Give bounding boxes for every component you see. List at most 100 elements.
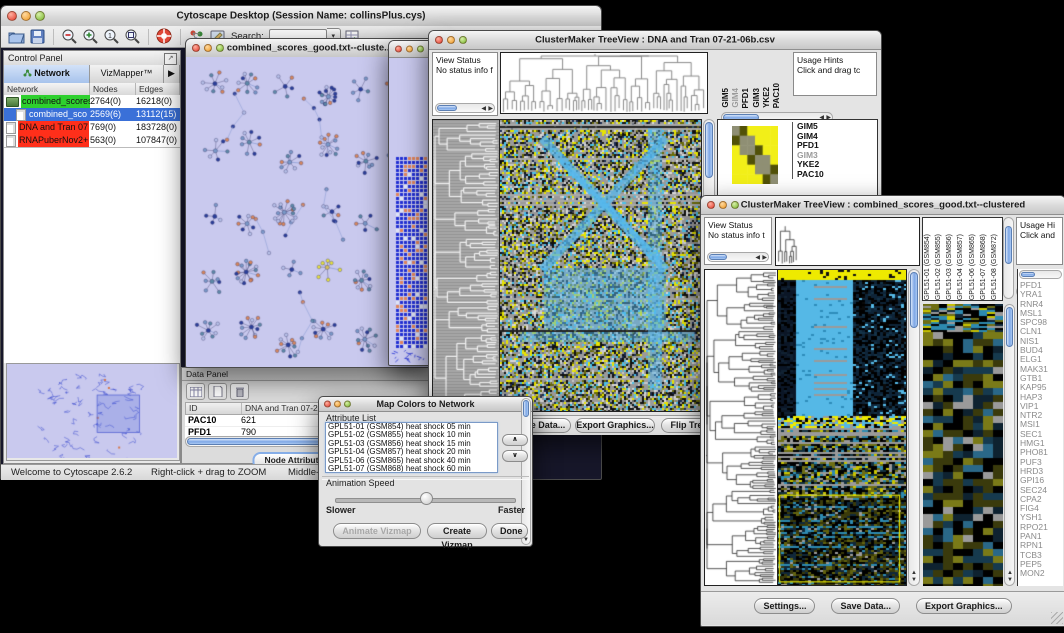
new-attribute-button[interactable] [208, 383, 227, 400]
map-colors-dialog: Map Colors to Network Attribute List GPL… [318, 396, 533, 547]
footer-button[interactable]: Export Graphics... [916, 598, 1012, 614]
zoom-window-button[interactable] [35, 11, 45, 21]
treeview2-titlebar[interactable]: ClusterMaker TreeView : combined_scores_… [701, 196, 1064, 215]
row-dendrogram-canvas[interactable] [432, 119, 500, 412]
zoom-actual-button[interactable]: 1 [102, 28, 121, 46]
zoom-window-button[interactable] [731, 201, 739, 209]
zoom-out-button[interactable] [60, 28, 79, 46]
open-file-button[interactable] [7, 28, 26, 46]
move-down-button[interactable]: ∨ [502, 450, 528, 462]
heatmap-vscrollbar[interactable]: ▲ ▼ [908, 269, 920, 586]
scroll-down-icon[interactable]: ▼ [1007, 577, 1013, 583]
scroll-up-icon[interactable]: ▲ [1007, 570, 1013, 576]
heatmap-canvas[interactable] [499, 119, 702, 412]
network-item-nodes: 769(0) [90, 121, 136, 134]
close-button[interactable] [192, 44, 200, 52]
minimize-button[interactable] [447, 36, 455, 44]
minimize-button[interactable] [406, 46, 413, 53]
birdseye-view[interactable] [6, 363, 180, 461]
column-dendrogram-canvas[interactable] [500, 52, 708, 114]
usage-hints-text: Click and [1020, 230, 1062, 240]
zoom-in-button[interactable] [81, 28, 100, 46]
network-list-item[interactable]: DNA and Tran 07 769(0) 183728(0) [4, 121, 180, 134]
delete-attribute-button[interactable] [230, 383, 249, 400]
tab-vizmapper[interactable]: VizMapper™ [90, 65, 164, 83]
view-status-scrollbar[interactable]: ◀ ▶ [435, 103, 495, 113]
minimize-button[interactable] [204, 44, 212, 52]
footer-button[interactable]: Save Data... [831, 598, 900, 614]
scrollbar-thumb[interactable] [1005, 226, 1012, 264]
second-network-titlebar[interactable] [389, 41, 433, 58]
scroll-left-icon[interactable]: ◀ [755, 255, 760, 261]
network-item-icon [16, 109, 26, 121]
scroll-up-icon[interactable]: ▲ [911, 570, 917, 576]
zoom-window-button[interactable] [216, 44, 224, 52]
move-up-button[interactable]: ∧ [502, 434, 528, 446]
footer-button[interactable]: Export Graphics... [575, 418, 655, 433]
attribute-list[interactable]: GPL51-01 (GSM854) heat shock 05 minGPL51… [325, 422, 498, 473]
gene-list-item[interactable]: MON2 [1020, 569, 1063, 578]
data-panel-header: Data Panel [182, 368, 434, 381]
main-titlebar[interactable]: Cytoscape Desktop (Session Name: collins… [1, 6, 601, 27]
slider-thumb[interactable] [420, 492, 433, 505]
network-item-icon [6, 97, 19, 107]
help-lifering-icon[interactable] [155, 28, 174, 46]
toolbar-separator [148, 29, 149, 45]
save-button[interactable] [28, 28, 47, 46]
animate-vizmap-button[interactable]: Animate Vizmap [333, 523, 421, 539]
gene-list-item[interactable]: PAC10 [797, 170, 877, 180]
scroll-right-icon[interactable]: ▶ [488, 106, 493, 112]
scrollbar-thumb[interactable] [705, 122, 713, 178]
attribute-select-button[interactable] [186, 383, 205, 400]
usage-hints-panel: Usage Hints Click and drag tc [793, 52, 877, 96]
zoom-window-button[interactable] [417, 46, 424, 53]
toolbar-separator [180, 29, 181, 45]
scrollbar-thumb[interactable] [1006, 307, 1013, 347]
scrollbar-thumb[interactable] [709, 254, 727, 260]
column-labels-scrollbar[interactable] [1003, 217, 1014, 299]
zoom-window-button[interactable] [459, 36, 467, 44]
network-item-icon [6, 122, 16, 134]
mini-heatmap-canvas[interactable] [732, 126, 778, 184]
close-button[interactable] [395, 46, 402, 53]
scrollbar-thumb[interactable] [1021, 272, 1035, 277]
network-list-item[interactable]: RNAPuberNov2+ 563(0) 107847(0) [4, 134, 180, 147]
column-label: GPL51-02 (GSM855) [934, 234, 944, 300]
network-list-item[interactable]: combined_sco 2569(6) 13112(15) [4, 108, 180, 121]
scroll-down-icon[interactable]: ▼ [911, 577, 917, 583]
treeview2-title: ClusterMaker TreeView : combined_scores_… [701, 200, 1064, 211]
tab-overflow-arrow[interactable]: ▶ [164, 65, 180, 83]
resize-grip[interactable] [1051, 612, 1063, 624]
close-button[interactable] [707, 201, 715, 209]
scrollbar-thumb[interactable] [523, 400, 529, 417]
network-list-item[interactable]: combined_scores 2764(0) 16218(0) [4, 95, 180, 108]
treeview1-titlebar[interactable]: ClusterMaker TreeView : DNA and Tran 07-… [429, 31, 881, 50]
zoom-vscrollbar[interactable]: ▲ ▼ [1004, 304, 1015, 586]
dialog-titlebar[interactable]: Map Colors to Network [319, 397, 532, 412]
scroll-right-icon[interactable]: ▶ [762, 255, 767, 261]
close-button[interactable] [435, 36, 443, 44]
close-button[interactable] [324, 401, 331, 408]
heatmap-canvas[interactable] [777, 269, 907, 586]
zoom-window-button[interactable] [344, 401, 351, 408]
view-status-scrollbar[interactable]: ◀ ▶ [707, 252, 769, 262]
tab-network[interactable]: Network [4, 65, 90, 83]
gene-list-hscrollbar[interactable] [1019, 270, 1062, 279]
scrollbar-thumb[interactable] [910, 272, 918, 328]
zoom-fit-button[interactable] [123, 28, 142, 46]
zoom-heatmap-canvas[interactable] [923, 304, 1003, 586]
minimize-button[interactable] [334, 401, 341, 408]
create-vizmap-button[interactable]: Create Vizmap [427, 523, 487, 539]
column-dendrogram-canvas[interactable] [775, 217, 920, 266]
row-dendrogram-canvas[interactable] [704, 269, 778, 586]
minimize-button[interactable] [719, 201, 727, 209]
float-panel-icon[interactable]: ↗ [164, 53, 177, 65]
grid-network-canvas[interactable] [389, 57, 431, 363]
done-button[interactable]: Done [491, 523, 528, 539]
scroll-left-icon[interactable]: ◀ [481, 106, 486, 112]
minimize-button[interactable] [21, 11, 31, 21]
footer-button[interactable]: Settings... [754, 598, 815, 614]
scrollbar-thumb[interactable] [437, 105, 457, 111]
attribute-list-item[interactable]: GPL51-07 (GSM868) heat shock 60 min [326, 465, 497, 473]
close-button[interactable] [7, 11, 17, 21]
